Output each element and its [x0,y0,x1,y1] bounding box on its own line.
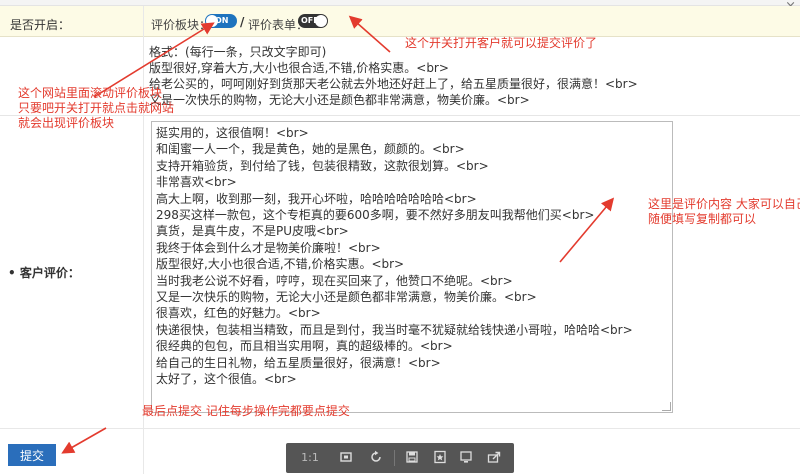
annotation-arrows [61,15,615,454]
arrow-to-switches [348,15,391,53]
arrow-to-submit [61,427,107,454]
arrow-to-textarea [559,197,615,263]
arrow-to-on-toggle [93,22,215,98]
